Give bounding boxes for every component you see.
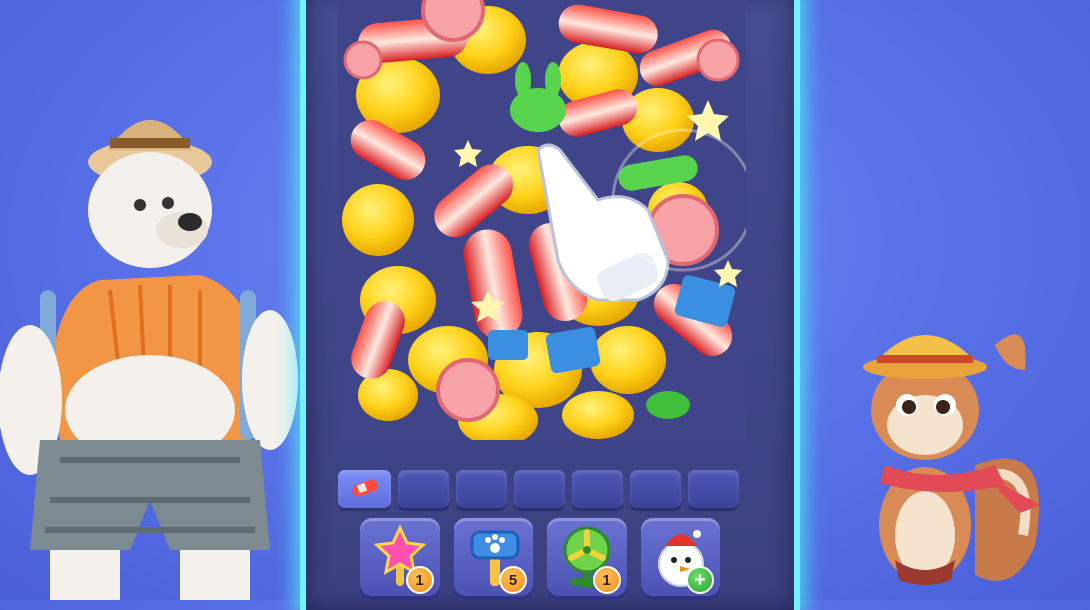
booster-count-badge: 5 <box>499 566 527 594</box>
booster-hammer[interactable]: 5 <box>453 518 533 596</box>
booster-snowman[interactable]: + <box>640 518 720 596</box>
rocket-icon <box>352 479 378 497</box>
tray-slot-2 <box>398 470 449 508</box>
game-stage: 1 5 1 + <box>0 0 1090 610</box>
booster-fan[interactable]: 1 <box>547 518 627 596</box>
toy-pile[interactable] <box>338 0 746 440</box>
tray-slot-1 <box>338 470 391 508</box>
chipmunk-character <box>863 334 1040 585</box>
tray-slot-6 <box>630 470 681 508</box>
tray-slot-7 <box>688 470 739 508</box>
booster-magic-wand[interactable]: 1 <box>360 518 440 596</box>
booster-count-badge: 1 <box>592 566 621 594</box>
booster-bar: 1 5 1 + <box>360 518 720 596</box>
tray-slot-4 <box>514 470 565 508</box>
tray-slot-3 <box>456 470 507 508</box>
booster-count-badge: 1 <box>405 566 434 594</box>
tray-slot-5 <box>572 470 623 508</box>
polar-bear-character <box>0 120 298 600</box>
collection-tray <box>338 470 744 514</box>
add-booster-badge[interactable]: + <box>686 566 714 594</box>
